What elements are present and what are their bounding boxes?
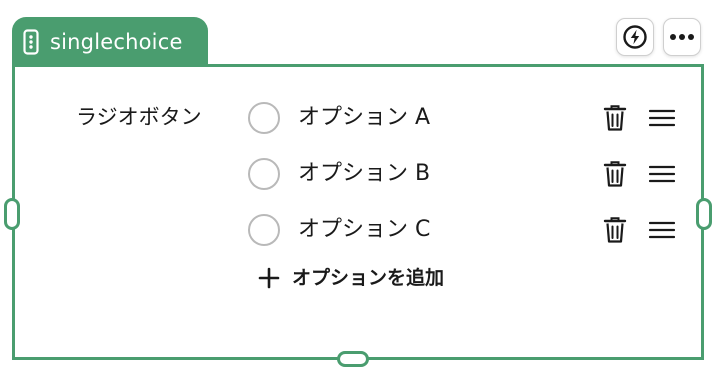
more-button[interactable] bbox=[663, 18, 701, 56]
resize-handle-left[interactable] bbox=[4, 198, 20, 230]
radio-button[interactable] bbox=[248, 102, 280, 134]
action-button[interactable] bbox=[616, 18, 654, 56]
option-row: オプション C bbox=[248, 212, 678, 248]
field-label[interactable]: ラジオボタン bbox=[76, 103, 202, 131]
trash-icon[interactable] bbox=[603, 160, 627, 188]
field-type-label: singlechoice bbox=[50, 29, 183, 54]
resize-handle-bottom[interactable] bbox=[337, 351, 369, 367]
drag-handle-icon[interactable] bbox=[649, 108, 675, 128]
trash-icon[interactable] bbox=[603, 104, 627, 132]
option-label[interactable]: オプション C bbox=[298, 215, 430, 245]
more-icon bbox=[670, 34, 694, 40]
radio-button[interactable] bbox=[248, 158, 280, 190]
resize-handle-right[interactable] bbox=[696, 198, 712, 230]
drag-handle-icon[interactable] bbox=[649, 164, 675, 184]
add-option-label: オプションを追加 bbox=[292, 267, 445, 289]
drag-handle-icon[interactable] bbox=[649, 220, 675, 240]
bolt-icon bbox=[623, 25, 647, 49]
radio-button[interactable] bbox=[248, 214, 280, 246]
plus-icon bbox=[258, 267, 280, 289]
option-label[interactable]: オプション A bbox=[298, 103, 430, 133]
option-row: オプション B bbox=[248, 156, 678, 192]
trash-icon[interactable] bbox=[603, 216, 627, 244]
field-type-tag: singlechoice bbox=[12, 17, 208, 66]
add-option-button[interactable]: オプションを追加 bbox=[258, 264, 444, 292]
field-type-icon bbox=[23, 28, 39, 55]
option-row: オプション A bbox=[248, 100, 678, 136]
option-label[interactable]: オプション B bbox=[298, 159, 430, 189]
